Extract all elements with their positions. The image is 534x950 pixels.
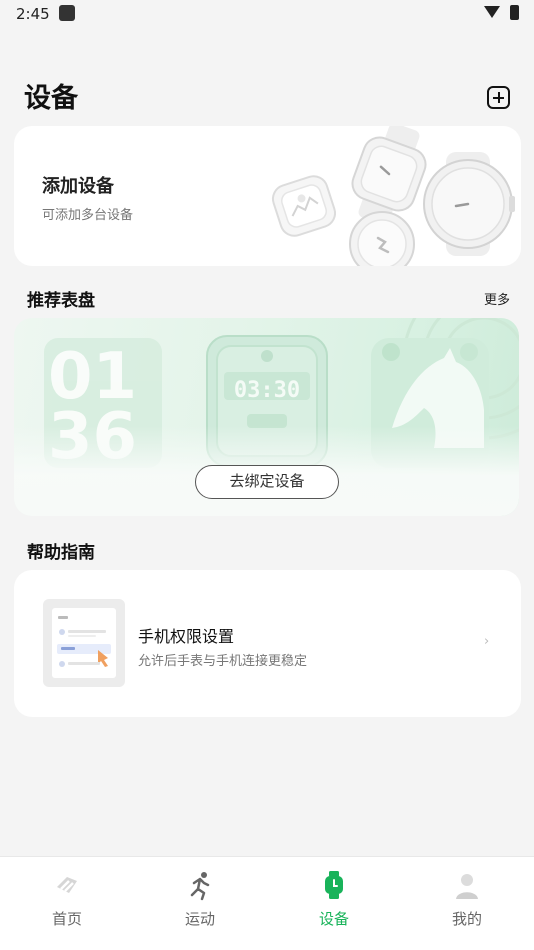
nav-item-home[interactable]: 首页 <box>17 857 117 950</box>
bind-device-button[interactable]: 去绑定设备 <box>195 465 339 499</box>
nav-label-sport: 运动 <box>184 910 215 928</box>
nav-label-device: 设备 <box>318 910 349 928</box>
running-icon <box>190 872 210 901</box>
status-time: 2:45 <box>16 5 50 23</box>
wifi-icon <box>484 6 500 18</box>
nav-item-profile[interactable]: 我的 <box>417 857 517 950</box>
profile-icon <box>456 874 478 899</box>
nav-label-home: 首页 <box>51 910 82 928</box>
chevron-right-icon: › <box>484 634 490 649</box>
watch-faces-banner[interactable]: 01 36 03:30 去绑定设备 <box>14 318 519 516</box>
help-item-subtitle: 允许后手表与手机连接更稳定 <box>138 654 308 669</box>
nav-item-device[interactable]: 设备 <box>284 857 384 950</box>
watch-face-time: 03:30 <box>234 378 300 403</box>
help-guide-heading: 帮助指南 <box>27 543 95 563</box>
home-icon <box>57 877 77 893</box>
battery-icon <box>510 5 519 20</box>
more-faces-link[interactable]: 更多 <box>484 289 510 308</box>
nav-label-profile: 我的 <box>451 910 482 928</box>
page-title: 设备 <box>24 83 78 114</box>
help-thumbnail <box>43 599 125 687</box>
add-device-card[interactable]: 添加设备 可添加多台设备 <box>14 126 521 266</box>
bottom-nav: 首页 运动 设备 我的 <box>0 856 534 950</box>
app-notification-icon <box>59 5 75 21</box>
status-bar: 2:45 <box>0 0 534 30</box>
nav-item-sport[interactable]: 运动 <box>150 857 250 950</box>
help-item-title: 手机权限设置 <box>138 627 235 646</box>
watch-illustration <box>271 126 515 266</box>
recommended-faces-heading: 推荐表盘 <box>27 291 95 311</box>
watch-icon <box>325 871 343 899</box>
settings-preview-image <box>57 616 111 667</box>
phone-permission-item[interactable]: 手机权限设置 允许后手表与手机连接更稳定 › <box>14 570 521 717</box>
add-device-title: 添加设备 <box>42 176 114 197</box>
add-device-button[interactable] <box>487 86 510 109</box>
add-device-subtitle: 可添加多台设备 <box>42 208 134 223</box>
